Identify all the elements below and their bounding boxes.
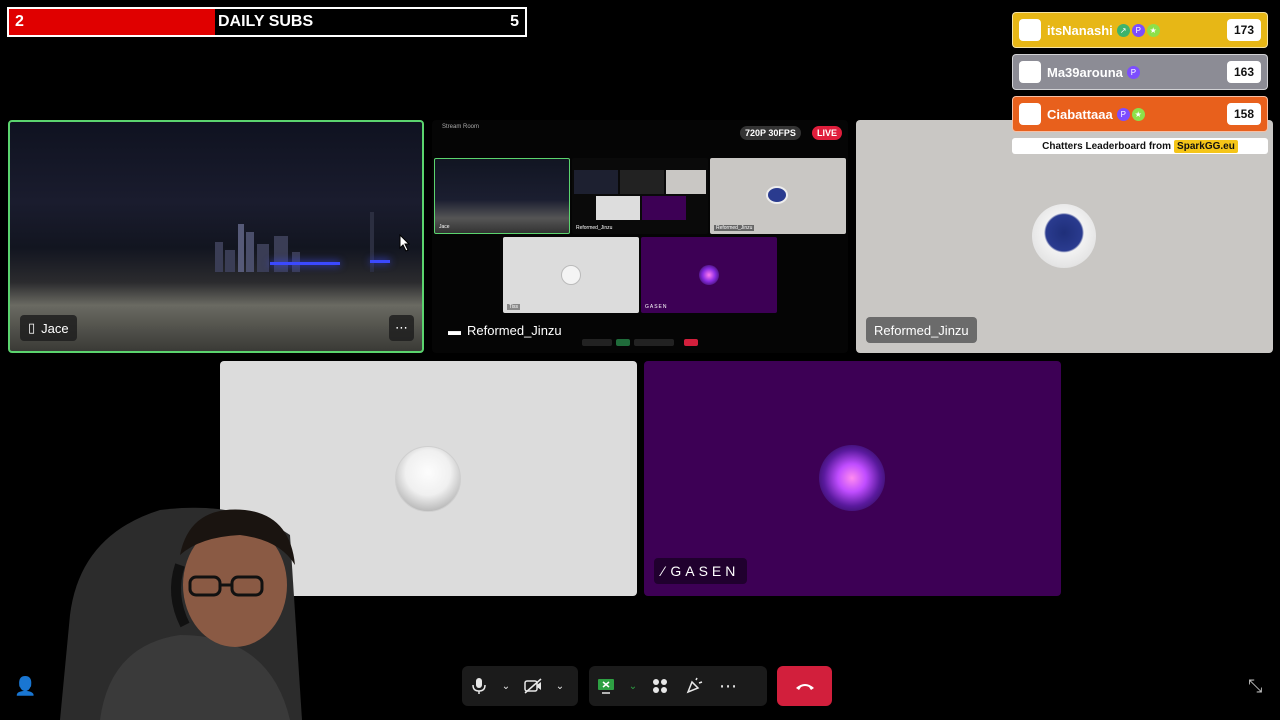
apps-icon bbox=[653, 679, 667, 693]
phone-icon: ▯ bbox=[28, 320, 36, 335]
minimize-icon[interactable]: ⤡ bbox=[1248, 676, 1262, 697]
mini-tile-cat: Reformed_Jinzu bbox=[710, 158, 846, 234]
leaderboard-footer: Chatters Leaderboard from SparkGG.eu bbox=[1012, 138, 1268, 154]
more-options-button[interactable]: ⋯ bbox=[711, 669, 745, 703]
subs-current-count: 2 bbox=[15, 13, 24, 30]
leaderboard-row: ♛ itsNanashi ↗ P ★ 173 bbox=[1012, 12, 1268, 48]
leaderboard-score: 163 bbox=[1226, 61, 1261, 83]
mini-tile-avatar: Tiss bbox=[503, 237, 639, 313]
chatters-leaderboard: ♛ itsNanashi ↗ P ★ 173 ♛ Ma39arouna P 16… bbox=[1012, 12, 1268, 154]
screen-share-options-button[interactable]: ⌄ bbox=[623, 669, 643, 703]
microphone-button[interactable] bbox=[462, 669, 496, 703]
streamer-webcam bbox=[60, 507, 302, 720]
microphone-options-button[interactable]: ⌄ bbox=[496, 669, 516, 703]
footer-text: Chatters Leaderboard from bbox=[1042, 140, 1172, 152]
leaderboard-row: ♛ Ciabattaaa P ★ 158 bbox=[1012, 96, 1268, 132]
participant-name-label: ⁄ GASEN bbox=[654, 558, 748, 584]
badge-icon: ↗ bbox=[1116, 23, 1130, 37]
leaderboard-name: Ma39arouna bbox=[1047, 64, 1123, 80]
subs-goal-count: 5 bbox=[510, 13, 519, 30]
city-light bbox=[270, 262, 340, 265]
camera-options-button[interactable]: ⌄ bbox=[550, 669, 570, 703]
camera-button[interactable] bbox=[516, 669, 550, 703]
more-icon: ⋯ bbox=[395, 320, 408, 335]
footer-brand: SparkGG.eu bbox=[1174, 139, 1238, 153]
badge-icon: P bbox=[1126, 65, 1140, 79]
apps-button[interactable] bbox=[643, 669, 677, 703]
crown-icon: ♛ bbox=[1019, 19, 1041, 41]
participant-avatar bbox=[395, 446, 461, 512]
participant-tile-gasen[interactable]: ⁄ GASEN bbox=[644, 361, 1061, 596]
badge-icon: ★ bbox=[1131, 107, 1145, 121]
leaderboard-name: itsNanashi bbox=[1047, 22, 1113, 38]
add-participant-icon[interactable]: 👤 bbox=[14, 676, 36, 697]
badge-group: P bbox=[1126, 65, 1227, 79]
city-skyline bbox=[10, 192, 422, 272]
camera-off-icon bbox=[524, 678, 542, 694]
mini-tile-screen: Reformed_Jinzu bbox=[572, 158, 708, 234]
daily-subs-bar: 2 DAILY SUBS 5 bbox=[7, 7, 527, 37]
crown-icon: ♛ bbox=[1019, 61, 1041, 83]
participant-name-label: ▬ Reformed_Jinzu bbox=[440, 317, 570, 343]
leaderboard-name: Ciabattaaa bbox=[1047, 106, 1113, 122]
reactions-icon bbox=[686, 677, 703, 694]
screen-share-tile[interactable]: Stream Room 720P 30FPS LIVE Jace Reforme… bbox=[432, 120, 848, 353]
leaderboard-score: 158 bbox=[1226, 103, 1261, 125]
badge-icon: P bbox=[1116, 107, 1130, 121]
leaderboard-row: ♛ Ma39arouna P 163 bbox=[1012, 54, 1268, 90]
chevron-down-icon: ⌄ bbox=[628, 680, 638, 692]
crown-icon: ♛ bbox=[1019, 103, 1041, 125]
participant-name: Reformed_Jinzu bbox=[874, 322, 969, 338]
screen-share-icon: ▬ bbox=[448, 322, 461, 338]
participant-tile-jace[interactable]: ▯ Jace ⋯ bbox=[8, 120, 424, 353]
mini-window-title: Stream Room bbox=[442, 124, 480, 130]
cursor-icon bbox=[399, 234, 410, 252]
city-light bbox=[370, 260, 390, 263]
tile-more-button[interactable]: ⋯ bbox=[389, 315, 414, 341]
subs-label: DAILY SUBS bbox=[218, 13, 314, 30]
participant-name: GASEN bbox=[670, 563, 740, 579]
cat-avatar bbox=[1032, 204, 1096, 268]
screen-share-icon bbox=[598, 679, 614, 694]
microphone-icon bbox=[472, 678, 486, 694]
badge-icon: ★ bbox=[1146, 23, 1160, 37]
participant-name-label: Reformed_Jinzu bbox=[866, 317, 977, 343]
reactions-button[interactable] bbox=[677, 669, 711, 703]
mini-tile-jace: Jace bbox=[434, 158, 570, 234]
more-icon: ⋯ bbox=[719, 675, 737, 696]
badge-icon: P bbox=[1131, 23, 1145, 37]
end-call-icon bbox=[795, 684, 814, 690]
mini-tile-gasen: GASEN bbox=[641, 237, 777, 313]
chevron-down-icon: ⌄ bbox=[501, 680, 511, 692]
quality-badge: 720P 30FPS bbox=[740, 126, 801, 140]
participant-name: Reformed_Jinzu bbox=[467, 322, 562, 338]
live-badge: LIVE bbox=[812, 126, 843, 140]
meeting-controls: ⌄ ⋯ bbox=[589, 666, 767, 706]
participant-avatar bbox=[819, 445, 885, 511]
participant-tile-cat[interactable]: Reformed_Jinzu bbox=[856, 120, 1273, 353]
mini-toolbar bbox=[582, 338, 707, 346]
media-controls: ⌄ ⌄ bbox=[462, 666, 578, 706]
badge-group: ↗ P ★ bbox=[1116, 23, 1227, 37]
leaderboard-score: 173 bbox=[1226, 19, 1261, 41]
end-call-button[interactable] bbox=[777, 666, 832, 706]
screen-share-button[interactable] bbox=[589, 669, 623, 703]
participant-name: Jace bbox=[41, 320, 69, 336]
badge-group: P ★ bbox=[1116, 107, 1227, 121]
participant-name-label: ▯ Jace bbox=[20, 315, 77, 341]
mic-muted-icon: ⁄ bbox=[662, 563, 665, 579]
chevron-down-icon: ⌄ bbox=[555, 680, 565, 692]
